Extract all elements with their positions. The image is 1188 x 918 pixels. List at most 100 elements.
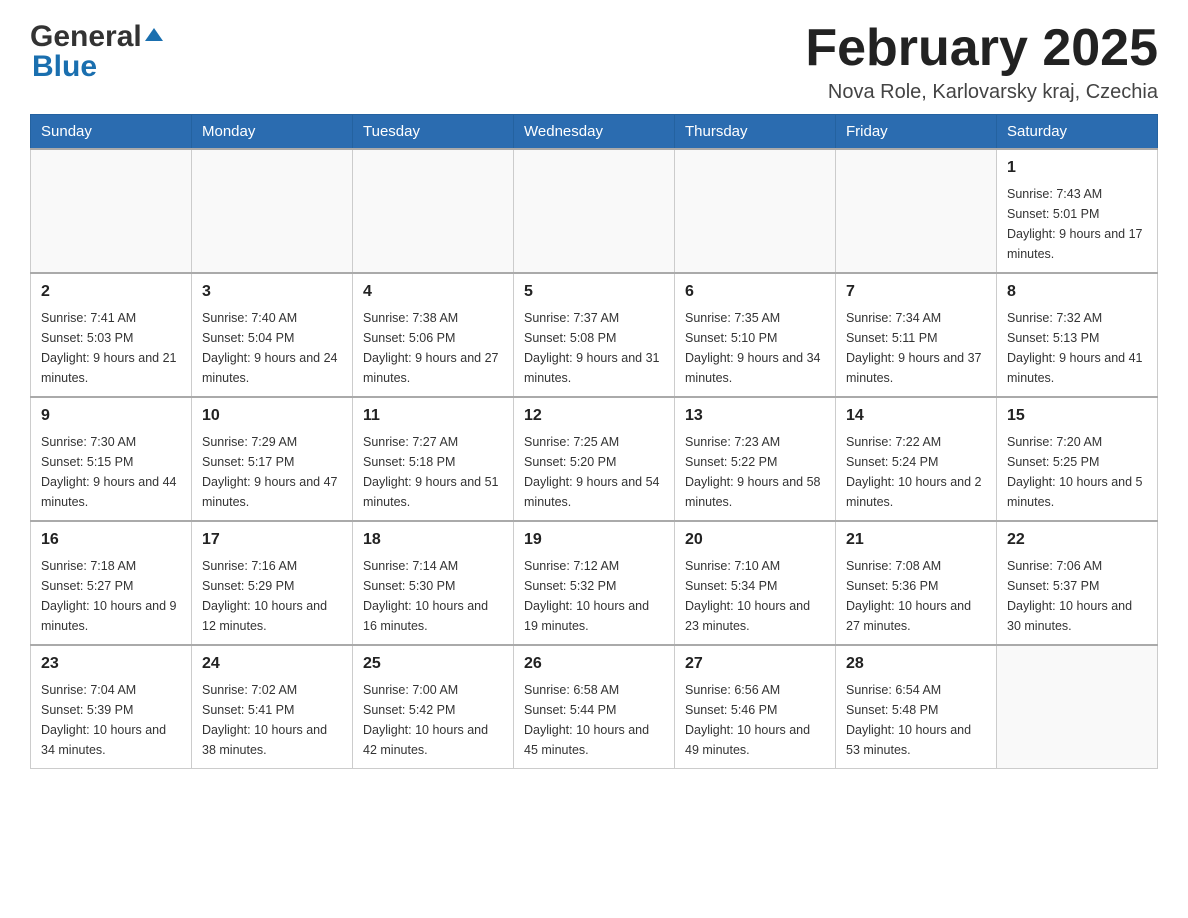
day-cell: 9Sunrise: 7:30 AMSunset: 5:15 PMDaylight… <box>31 397 192 521</box>
day-cell: 7 Sunrise: 7:34 AMSunset: 5:11 PMDaylight… <box>836 273 997 397</box>
day-sun-info: Sunrise: 7:18 AMSunset: 5:27 PMDaylight:… <box>41 556 181 636</box>
day-sun-info: Sunrise: 7:12 AMSunset: 5:32 PMDaylight:… <box>524 556 664 636</box>
title-area: February 2025 Nova Role, Karlovarsky kra… <box>805 20 1158 104</box>
col-header-tuesday: Tuesday <box>353 115 514 150</box>
day-number: 4 <box>363 280 503 304</box>
day-sun-info: Sunrise: 7:37 AMSunset: 5:08 PMDaylight:… <box>524 308 664 388</box>
day-number: 25 <box>363 652 503 676</box>
day-number: 17 <box>202 528 342 552</box>
week-row-4: 16 Sunrise: 7:18 AMSunset: 5:27 PMDayligh… <box>31 521 1158 645</box>
day-cell: 10 Sunrise: 7:29 AMSunset: 5:17 PMDayligh… <box>192 397 353 521</box>
day-number: 19 <box>524 528 664 552</box>
day-cell <box>675 149 836 273</box>
day-cell: 2 Sunrise: 7:41 AMSunset: 5:03 PMDaylight… <box>31 273 192 397</box>
day-number: 8 <box>1007 280 1147 304</box>
day-cell: 27 Sunrise: 6:56 AMSunset: 5:46 PMDayligh… <box>675 645 836 769</box>
day-sun-info: Sunrise: 7:14 AMSunset: 5:30 PMDaylight:… <box>363 556 503 636</box>
col-header-wednesday: Wednesday <box>514 115 675 150</box>
day-cell: 23 Sunrise: 7:04 AMSunset: 5:39 PMDayligh… <box>31 645 192 769</box>
day-number: 13 <box>685 404 825 428</box>
day-cell: 19 Sunrise: 7:12 AMSunset: 5:32 PMDayligh… <box>514 521 675 645</box>
logo-blue-text: Blue <box>32 50 97 84</box>
day-number: 28 <box>846 652 986 676</box>
day-sun-info: Sunrise: 6:58 AMSunset: 5:44 PMDaylight:… <box>524 680 664 760</box>
week-row-5: 23 Sunrise: 7:04 AMSunset: 5:39 PMDayligh… <box>31 645 1158 769</box>
logo: General Blue <box>30 20 163 84</box>
day-cell: 3Sunrise: 7:40 AMSunset: 5:04 PMDaylight… <box>192 273 353 397</box>
day-sun-info: Sunrise: 7:29 AMSunset: 5:17 PMDaylight:… <box>202 432 342 512</box>
day-number: 1 <box>1007 156 1147 180</box>
day-cell <box>31 149 192 273</box>
day-cell: 5 Sunrise: 7:37 AMSunset: 5:08 PMDaylight… <box>514 273 675 397</box>
day-sun-info: Sunrise: 7:20 AMSunset: 5:25 PMDaylight:… <box>1007 432 1147 512</box>
day-cell: 24 Sunrise: 7:02 AMSunset: 5:41 PMDayligh… <box>192 645 353 769</box>
day-cell: 28 Sunrise: 6:54 AMSunset: 5:48 PMDayligh… <box>836 645 997 769</box>
day-sun-info: Sunrise: 7:41 AMSunset: 5:03 PMDaylight:… <box>41 308 181 388</box>
day-sun-info: Sunrise: 7:16 AMSunset: 5:29 PMDaylight:… <box>202 556 342 636</box>
day-cell: 15 Sunrise: 7:20 AMSunset: 5:25 PMDayligh… <box>997 397 1158 521</box>
col-header-friday: Friday <box>836 115 997 150</box>
week-row-3: 9Sunrise: 7:30 AMSunset: 5:15 PMDaylight… <box>31 397 1158 521</box>
day-cell: 12 Sunrise: 7:25 AMSunset: 5:20 PMDayligh… <box>514 397 675 521</box>
day-sun-info: Sunrise: 7:34 AMSunset: 5:11 PMDaylight:… <box>846 308 986 388</box>
day-cell: 21Sunrise: 7:08 AMSunset: 5:36 PMDayligh… <box>836 521 997 645</box>
day-number: 9 <box>41 404 181 428</box>
day-sun-info: Sunrise: 7:00 AMSunset: 5:42 PMDaylight:… <box>363 680 503 760</box>
day-cell <box>353 149 514 273</box>
day-sun-info: Sunrise: 6:54 AMSunset: 5:48 PMDaylight:… <box>846 680 986 760</box>
day-cell: 1 Sunrise: 7:43 AMSunset: 5:01 PMDaylight… <box>997 149 1158 273</box>
day-sun-info: Sunrise: 7:23 AMSunset: 5:22 PMDaylight:… <box>685 432 825 512</box>
day-cell: 13 Sunrise: 7:23 AMSunset: 5:22 PMDayligh… <box>675 397 836 521</box>
col-header-thursday: Thursday <box>675 115 836 150</box>
day-sun-info: Sunrise: 7:25 AMSunset: 5:20 PMDaylight:… <box>524 432 664 512</box>
day-cell: 25 Sunrise: 7:00 AMSunset: 5:42 PMDayligh… <box>353 645 514 769</box>
day-cell <box>514 149 675 273</box>
calendar-header-row: SundayMondayTuesdayWednesdayThursdayFrid… <box>31 115 1158 150</box>
day-cell: 26Sunrise: 6:58 AMSunset: 5:44 PMDayligh… <box>514 645 675 769</box>
day-number: 27 <box>685 652 825 676</box>
day-sun-info: Sunrise: 7:35 AMSunset: 5:10 PMDaylight:… <box>685 308 825 388</box>
day-sun-info: Sunrise: 7:06 AMSunset: 5:37 PMDaylight:… <box>1007 556 1147 636</box>
day-number: 24 <box>202 652 342 676</box>
day-number: 3 <box>202 280 342 304</box>
day-number: 2 <box>41 280 181 304</box>
day-number: 21 <box>846 528 986 552</box>
day-number: 18 <box>363 528 503 552</box>
day-cell: 22Sunrise: 7:06 AMSunset: 5:37 PMDayligh… <box>997 521 1158 645</box>
day-cell: 18 Sunrise: 7:14 AMSunset: 5:30 PMDayligh… <box>353 521 514 645</box>
day-cell <box>192 149 353 273</box>
day-number: 23 <box>41 652 181 676</box>
day-cell: 11 Sunrise: 7:27 AMSunset: 5:18 PMDayligh… <box>353 397 514 521</box>
day-sun-info: Sunrise: 7:10 AMSunset: 5:34 PMDaylight:… <box>685 556 825 636</box>
day-sun-info: Sunrise: 7:22 AMSunset: 5:24 PMDaylight:… <box>846 432 986 512</box>
day-number: 16 <box>41 528 181 552</box>
day-cell <box>836 149 997 273</box>
day-cell: 17 Sunrise: 7:16 AMSunset: 5:29 PMDayligh… <box>192 521 353 645</box>
day-cell <box>997 645 1158 769</box>
day-number: 11 <box>363 404 503 428</box>
week-row-2: 2 Sunrise: 7:41 AMSunset: 5:03 PMDaylight… <box>31 273 1158 397</box>
day-number: 10 <box>202 404 342 428</box>
day-cell: 14Sunrise: 7:22 AMSunset: 5:24 PMDayligh… <box>836 397 997 521</box>
month-title: February 2025 <box>805 20 1158 77</box>
day-number: 12 <box>524 404 664 428</box>
page-header: General Blue February 2025 Nova Role, Ka… <box>30 20 1158 104</box>
day-sun-info: Sunrise: 7:04 AMSunset: 5:39 PMDaylight:… <box>41 680 181 760</box>
day-sun-info: Sunrise: 7:43 AMSunset: 5:01 PMDaylight:… <box>1007 184 1147 264</box>
day-number: 15 <box>1007 404 1147 428</box>
day-sun-info: Sunrise: 6:56 AMSunset: 5:46 PMDaylight:… <box>685 680 825 760</box>
day-sun-info: Sunrise: 7:02 AMSunset: 5:41 PMDaylight:… <box>202 680 342 760</box>
week-row-1: 1 Sunrise: 7:43 AMSunset: 5:01 PMDaylight… <box>31 149 1158 273</box>
day-cell: 20 Sunrise: 7:10 AMSunset: 5:34 PMDayligh… <box>675 521 836 645</box>
day-cell: 8Sunrise: 7:32 AMSunset: 5:13 PMDaylight… <box>997 273 1158 397</box>
day-number: 7 <box>846 280 986 304</box>
day-sun-info: Sunrise: 7:27 AMSunset: 5:18 PMDaylight:… <box>363 432 503 512</box>
day-sun-info: Sunrise: 7:38 AMSunset: 5:06 PMDaylight:… <box>363 308 503 388</box>
logo-general-text: General <box>30 20 142 54</box>
day-number: 20 <box>685 528 825 552</box>
col-header-sunday: Sunday <box>31 115 192 150</box>
day-number: 5 <box>524 280 664 304</box>
location-text: Nova Role, Karlovarsky kraj, Czechia <box>805 81 1158 104</box>
col-header-monday: Monday <box>192 115 353 150</box>
day-cell: 4 Sunrise: 7:38 AMSunset: 5:06 PMDaylight… <box>353 273 514 397</box>
